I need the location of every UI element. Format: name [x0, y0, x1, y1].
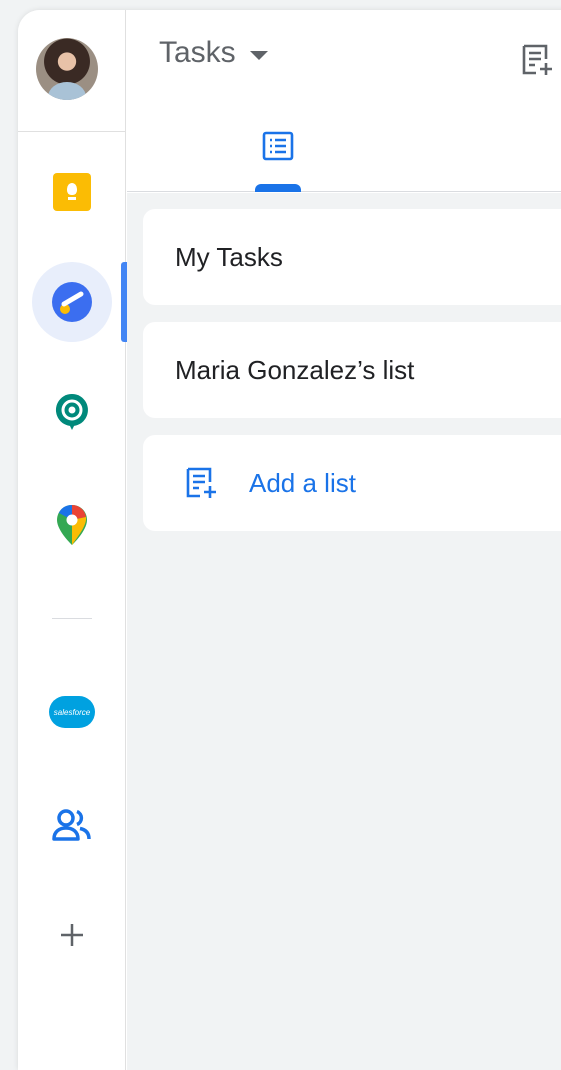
add-list-button[interactable]: Add a list: [143, 435, 561, 531]
salesforce-label: salesforce: [53, 707, 91, 717]
salesforce-icon: salesforce: [49, 696, 95, 728]
contacts-icon: [52, 809, 91, 841]
tasks-panel: salesforce Tasks My Tasks Maria Gonzalez…: [18, 10, 561, 1070]
maps-app-button[interactable]: [32, 485, 112, 565]
tasks-icon: [52, 282, 92, 322]
plus-icon: [61, 924, 83, 946]
list-view-icon: [262, 131, 294, 161]
avatar-shirt: [48, 82, 86, 100]
salesforce-app-button[interactable]: salesforce: [32, 672, 112, 752]
maps-pin-icon: [57, 505, 87, 545]
add-list-icon: [186, 467, 216, 498]
rail-divider: [18, 131, 126, 132]
list-item-label: My Tasks: [175, 241, 283, 272]
panel-header: Tasks: [127, 10, 561, 192]
list-item-my-tasks[interactable]: My Tasks: [143, 209, 561, 305]
keep-icon: [53, 173, 91, 211]
tasks-app-button[interactable]: [32, 262, 112, 342]
add-app-button[interactable]: [32, 895, 112, 975]
active-tab-indicator: [255, 184, 301, 192]
list-item-maria-gonzalez[interactable]: Maria Gonzalez’s list: [143, 322, 561, 418]
side-rail: salesforce: [18, 10, 127, 1070]
chat-app-button[interactable]: [32, 372, 112, 452]
tab-lists[interactable]: [251, 114, 305, 192]
rail-separator: [52, 618, 92, 619]
keep-app-button[interactable]: [32, 152, 112, 232]
new-list-icon[interactable]: [519, 42, 555, 78]
page-title: Tasks: [159, 36, 236, 69]
list-switcher[interactable]: Tasks: [159, 36, 268, 70]
list-item-label: Maria Gonzalez’s list: [175, 354, 415, 385]
contacts-app-button[interactable]: [32, 785, 112, 865]
lists-area: My Tasks Maria Gonzalez’s list Add a lis…: [127, 193, 561, 1070]
avatar[interactable]: [36, 38, 98, 100]
add-list-label: Add a list: [249, 467, 356, 498]
chevron-down-icon: [249, 50, 268, 60]
chat-icon: [55, 394, 88, 430]
